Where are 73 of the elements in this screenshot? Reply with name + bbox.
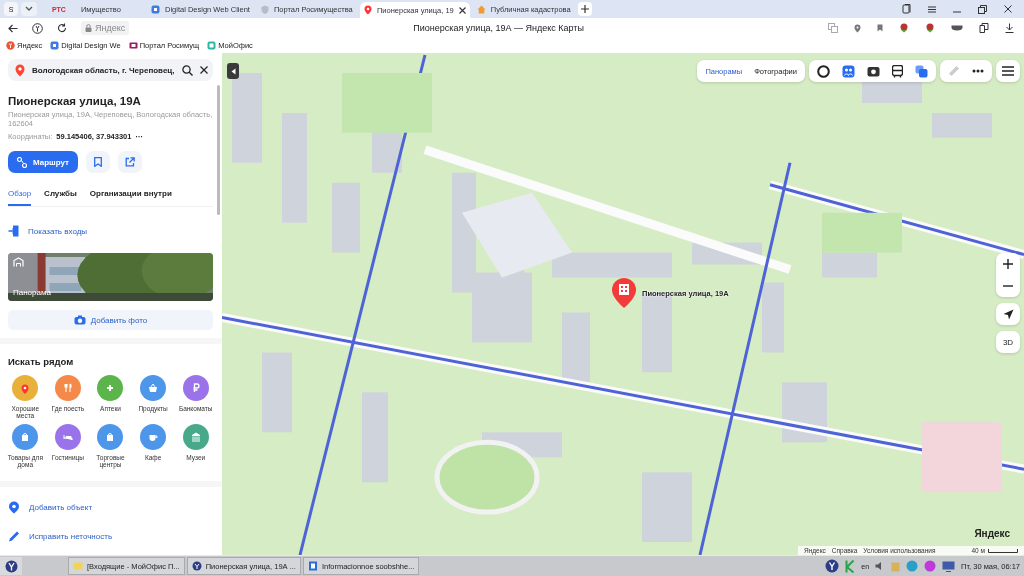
yandex-logo: Яндекс xyxy=(974,528,1010,539)
bookmark-icon xyxy=(94,157,102,167)
search-field[interactable]: Вологодская область, г. Череповец, xyxy=(8,59,213,81)
bus-icon[interactable] xyxy=(892,64,903,78)
camera-icon xyxy=(73,315,86,325)
close-icon[interactable] xyxy=(458,6,466,14)
reload-icon[interactable] xyxy=(57,23,67,33)
place-title: Пионерская улица, 19А xyxy=(8,95,142,107)
panel-tab[interactable]: Организации внутри xyxy=(89,189,172,206)
action-link[interactable]: Исправить неточность xyxy=(29,531,113,541)
house-icon xyxy=(476,4,486,14)
menu-button[interactable] xyxy=(996,60,1020,82)
more-icon[interactable] xyxy=(972,69,984,73)
yandex-browser-icon xyxy=(191,561,202,571)
caret-icon xyxy=(230,67,236,75)
collapse-panel-button[interactable] xyxy=(227,63,239,79)
bookmarks-icon[interactable] xyxy=(902,4,911,14)
plus-icon xyxy=(580,5,589,13)
layers-icon[interactable] xyxy=(915,64,928,78)
panel-tab[interactable]: Службы xyxy=(44,189,77,206)
building-pin-icon[interactable] xyxy=(612,278,636,308)
monitor-icon[interactable] xyxy=(942,560,956,572)
action-link[interactable]: Добавить объект xyxy=(29,502,93,512)
pin-plus-icon xyxy=(8,500,20,514)
scale-bar-icon xyxy=(988,548,1018,553)
bookmark-icon[interactable] xyxy=(877,24,883,32)
entrances-link[interactable]: Показать входы xyxy=(28,226,88,236)
people-icon[interactable] xyxy=(842,64,855,78)
map-pin-icon xyxy=(15,63,25,77)
share-icon xyxy=(125,157,135,167)
copy-icon[interactable] xyxy=(979,23,989,33)
arrow-icon xyxy=(1002,308,1014,320)
tabs-dropdown-button[interactable] xyxy=(21,2,37,16)
plus-icon xyxy=(1003,259,1013,269)
3d-button[interactable]: 3D xyxy=(996,331,1020,353)
share-button[interactable] xyxy=(118,151,142,173)
close-icon[interactable] xyxy=(199,66,208,74)
bookmark-button[interactable] xyxy=(86,151,110,173)
entrance-icon xyxy=(8,225,19,237)
document-icon xyxy=(307,561,318,571)
yandex-logo-icon xyxy=(6,41,15,50)
ring-icon[interactable] xyxy=(817,64,830,78)
location-pin-icon[interactable] xyxy=(854,23,861,33)
route-icon xyxy=(17,156,27,168)
search-icon[interactable] xyxy=(181,64,193,76)
yandex-logo-icon xyxy=(4,559,18,573)
chevron-icon xyxy=(25,6,33,12)
start-button[interactable] xyxy=(0,557,22,575)
panel-tab[interactable]: Обзор xyxy=(8,189,32,206)
document-icon xyxy=(151,4,160,14)
map-pin-icon xyxy=(363,5,372,15)
download-icon[interactable] xyxy=(1005,23,1014,33)
menu-icon xyxy=(1002,66,1014,76)
scrollbar[interactable] xyxy=(217,85,220,215)
locate-button[interactable] xyxy=(996,303,1020,325)
close-icon[interactable] xyxy=(1004,5,1012,13)
pencil-icon xyxy=(8,529,20,543)
route-button[interactable]: Маршрут xyxy=(8,151,78,173)
document-icon xyxy=(50,41,60,50)
yandex-logo-icon[interactable] xyxy=(825,559,840,573)
section-title: Искать рядом xyxy=(8,356,75,367)
restore-icon[interactable] xyxy=(978,4,987,14)
menu-icon[interactable] xyxy=(928,5,936,13)
lock-icon xyxy=(85,24,92,32)
shield-icon xyxy=(260,4,269,14)
page-title: Пионерская улица, 19А — Яндекс Карты xyxy=(412,23,585,33)
yandex-browser-icon[interactable] xyxy=(32,22,43,34)
new-tab-button[interactable] xyxy=(577,2,592,16)
add-photo-button[interactable]: Добавить фото xyxy=(8,310,213,330)
panorama-icon xyxy=(13,257,24,267)
back-icon[interactable] xyxy=(8,23,18,33)
camera-icon[interactable] xyxy=(867,65,880,77)
square-logo-icon xyxy=(207,41,217,50)
